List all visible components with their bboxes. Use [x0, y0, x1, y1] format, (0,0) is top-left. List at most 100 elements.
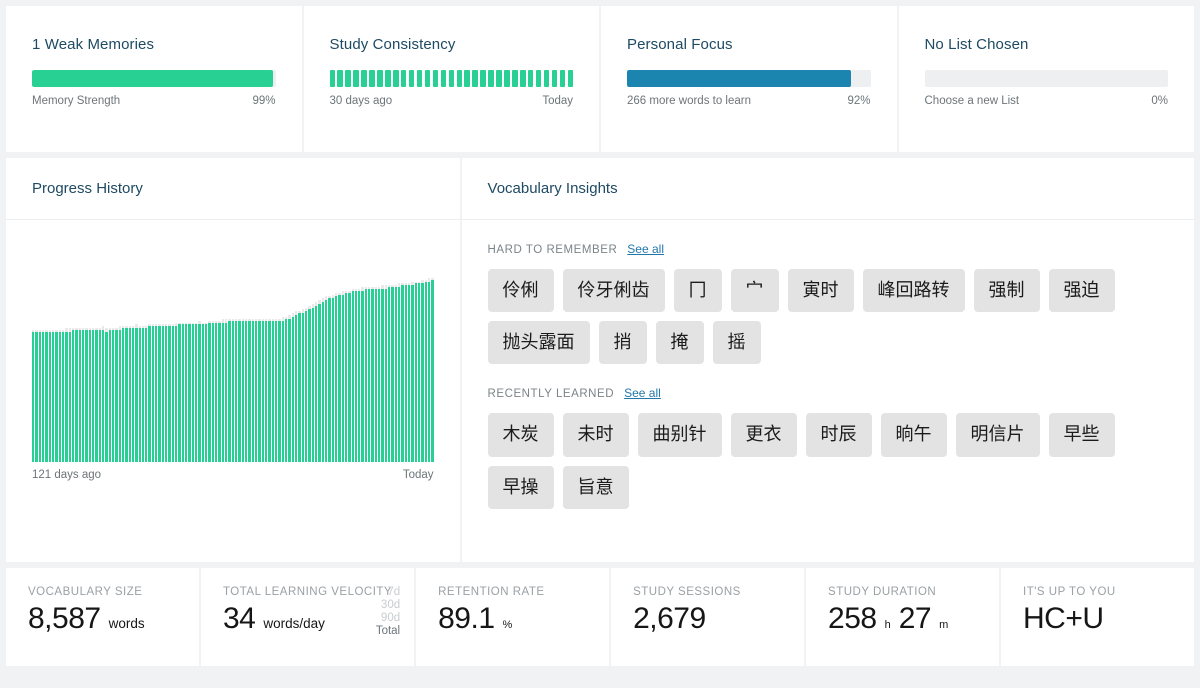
chart-bar[interactable] — [35, 276, 38, 462]
word-chip[interactable]: 宀 — [730, 269, 779, 313]
chart-bar[interactable] — [95, 276, 98, 462]
chart-bar[interactable] — [178, 276, 181, 462]
word-chip[interactable]: 峰回路转 — [862, 269, 965, 313]
chart-bar[interactable] — [165, 276, 168, 462]
chart-bar[interactable] — [51, 276, 55, 462]
chart-bar[interactable] — [65, 276, 68, 462]
chart-bar[interactable] — [218, 276, 221, 462]
chart-bar[interactable] — [371, 276, 374, 462]
chart-bar[interactable] — [251, 276, 254, 462]
chart-bar[interactable] — [431, 276, 434, 462]
chart-bar[interactable] — [381, 276, 384, 462]
chart-bar[interactable] — [158, 276, 161, 462]
range-option-total[interactable]: Total — [376, 625, 400, 638]
chart-bar[interactable] — [175, 276, 178, 462]
chart-bar[interactable] — [241, 276, 244, 462]
chart-bar[interactable] — [388, 276, 391, 462]
chart-bar[interactable] — [185, 276, 188, 462]
chart-bar[interactable] — [101, 276, 105, 462]
range-option-7d[interactable]: 7d — [376, 586, 400, 599]
range-option-30d[interactable]: 30d — [376, 599, 400, 612]
chart-bar[interactable] — [48, 276, 51, 462]
stat-card-total-learning-velocity[interactable]: Total Learning Velocity 34 words/day 7d 30d 9… — [200, 568, 415, 666]
word-chip[interactable]: 晌午 — [880, 413, 947, 457]
chart-bar[interactable] — [361, 276, 364, 462]
chart-bar[interactable] — [88, 276, 91, 462]
word-chip[interactable]: 寅时 — [787, 269, 854, 313]
word-chip[interactable]: 掩 — [655, 321, 704, 365]
chart-bar[interactable] — [311, 276, 314, 462]
chart-bar[interactable] — [408, 276, 411, 462]
chart-bar[interactable] — [291, 276, 294, 462]
chart-bar[interactable] — [78, 276, 81, 462]
chart-bar[interactable] — [321, 276, 324, 462]
chart-bar[interactable] — [374, 276, 378, 462]
word-chip[interactable]: 摇 — [712, 321, 761, 365]
chart-bar[interactable] — [198, 276, 201, 462]
chart-bar[interactable] — [188, 276, 191, 462]
stat-card-it-s-up-to-you[interactable]: It's up to you HC+U — [1001, 568, 1194, 666]
see-all-link-hard-to-remember[interactable]: See all — [627, 242, 664, 256]
chart-bar[interactable] — [421, 276, 424, 462]
chart-bar[interactable] — [221, 276, 225, 462]
chart-bar[interactable] — [115, 276, 118, 462]
chart-bar[interactable] — [45, 276, 48, 462]
chart-bar[interactable] — [304, 276, 308, 462]
chart-bar[interactable] — [391, 276, 394, 462]
chart-bar[interactable] — [121, 276, 125, 462]
chart-bar[interactable] — [334, 276, 338, 462]
chart-bar[interactable] — [411, 276, 414, 462]
chart-bar[interactable] — [38, 276, 41, 462]
word-chip[interactable]: 强迫 — [1048, 269, 1115, 313]
stat-card-retention-rate[interactable]: Retention Rate 89.1% — [416, 568, 610, 666]
chart-bar[interactable] — [264, 276, 268, 462]
chart-bar[interactable] — [225, 276, 228, 462]
chart-bar[interactable] — [281, 276, 284, 462]
chart-bar[interactable] — [71, 276, 75, 462]
chart-bar[interactable] — [145, 276, 148, 462]
chart-bar[interactable] — [368, 276, 371, 462]
chart-bar[interactable] — [195, 276, 198, 462]
chart-bar[interactable] — [75, 276, 78, 462]
chart-bar[interactable] — [314, 276, 318, 462]
chart-bar[interactable] — [274, 276, 278, 462]
chart-bar[interactable] — [85, 276, 88, 462]
chart-bar[interactable] — [351, 276, 354, 462]
chart-bar[interactable] — [111, 276, 115, 462]
word-chip[interactable]: 曲别针 — [637, 413, 722, 457]
chart-bar[interactable] — [41, 276, 45, 462]
chart-bar[interactable] — [201, 276, 205, 462]
chart-bar[interactable] — [301, 276, 304, 462]
chart-bar[interactable] — [211, 276, 215, 462]
word-chip[interactable]: 伶俐 — [487, 269, 554, 313]
chart-bar[interactable] — [318, 276, 321, 462]
chart-bar[interactable] — [141, 276, 145, 462]
chart-bar[interactable] — [378, 276, 381, 462]
chart-bar[interactable] — [284, 276, 288, 462]
chart-bar[interactable] — [344, 276, 348, 462]
range-option-90d[interactable]: 90d — [376, 612, 400, 625]
chart-bar[interactable] — [401, 276, 404, 462]
chart-bar[interactable] — [271, 276, 274, 462]
progress-history-bar-chart[interactable] — [32, 276, 434, 462]
chart-bar[interactable] — [364, 276, 368, 462]
word-chip[interactable]: 时辰 — [805, 413, 872, 457]
time-range-picker[interactable]: 7d 30d 90d Total — [376, 586, 400, 638]
stat-card-study-duration[interactable]: Study Duration 258 h 27 m — [806, 568, 1000, 666]
chart-bar[interactable] — [228, 276, 231, 462]
chart-bar[interactable] — [268, 276, 271, 462]
word-chip[interactable]: 更衣 — [730, 413, 797, 457]
chart-bar[interactable] — [404, 276, 408, 462]
summary-card-no-list-chosen[interactable]: No List Chosen Choose a new List 0% — [898, 6, 1194, 152]
chart-bar[interactable] — [238, 276, 241, 462]
chart-bar[interactable] — [348, 276, 351, 462]
chart-bar[interactable] — [298, 276, 301, 462]
word-chip[interactable]: 早操 — [487, 465, 554, 509]
chart-bar[interactable] — [414, 276, 418, 462]
chart-bar[interactable] — [398, 276, 401, 462]
chart-bar[interactable] — [424, 276, 428, 462]
chart-bar[interactable] — [148, 276, 151, 462]
chart-bar[interactable] — [205, 276, 208, 462]
chart-bar[interactable] — [171, 276, 175, 462]
chart-bar[interactable] — [161, 276, 165, 462]
